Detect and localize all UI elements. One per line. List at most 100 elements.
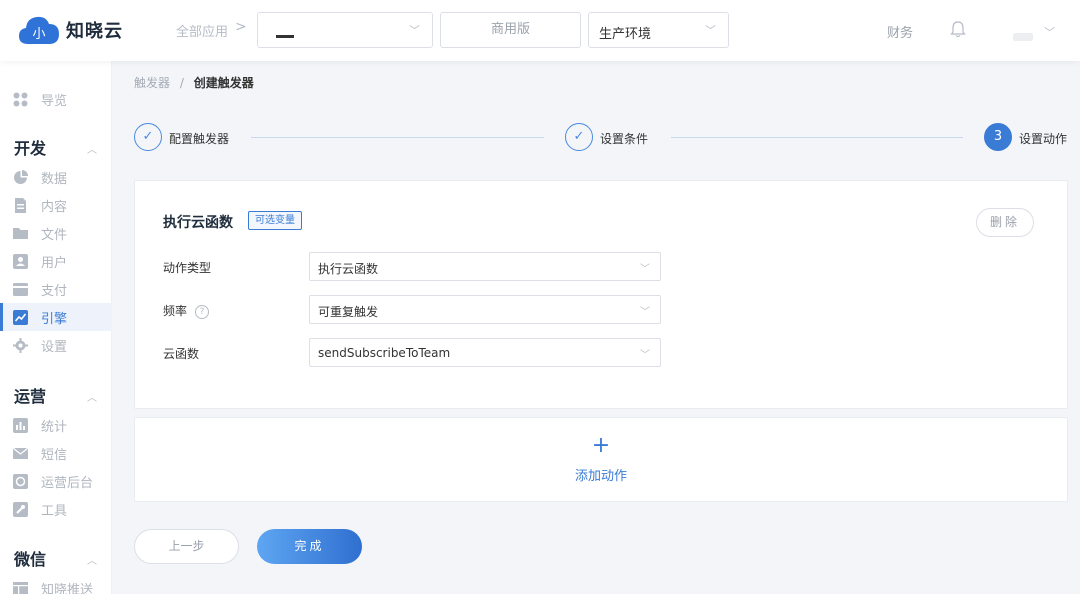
pie-chart-icon [14, 169, 28, 184]
sidebar-item-label: 用户 [41, 255, 68, 271]
action-type-value: 执行云函数 [318, 262, 379, 276]
frequency-label-text: 频率 [163, 304, 188, 318]
environment-value: 生产环境 [599, 27, 652, 42]
wallet-icon [13, 282, 28, 296]
action-title: 执行云函数 [163, 215, 233, 231]
sidebar-item-label: 短信 [41, 447, 68, 463]
breadcrumb-separator: / [179, 76, 184, 90]
sidebar-section-wechat[interactable]: 微信 [14, 546, 46, 570]
cloud-function-value: sendSubscribeToTeam [318, 346, 451, 360]
sidebar-item-label: 知晓推送 [41, 582, 94, 594]
chevron-down-icon: ﹀ [409, 24, 420, 37]
plus-icon: + [591, 433, 611, 458]
step-done-check-icon: ✓ [565, 123, 593, 151]
chevron-up-icon[interactable]: ︿ [87, 141, 97, 156]
breadcrumb: 触发器 / 创建触发器 [134, 74, 254, 91]
sidebar-item-label: 文件 [41, 227, 68, 243]
sidebar-item-data[interactable]: 数据 [0, 163, 112, 191]
avatar[interactable] [1013, 33, 1033, 41]
all-apps-link[interactable]: 全部应用 [176, 21, 228, 40]
wrench-icon [13, 501, 28, 517]
refresh-icon [13, 473, 28, 489]
step-label: 设置动作 [1019, 132, 1068, 146]
grid-icon [13, 92, 28, 106]
step-done-check-icon: ✓ [134, 123, 162, 151]
sidebar-item-ops-console[interactable]: 运营后台 [0, 467, 112, 495]
step-connector [671, 137, 963, 138]
frequency-select[interactable]: 可重复触发 ﹀ [309, 295, 661, 324]
bell-icon[interactable] [950, 20, 966, 38]
chevron-down-icon: ﹀ [705, 24, 716, 37]
table-icon [13, 581, 28, 594]
sidebar-item-label: 运营后台 [41, 475, 94, 491]
breadcrumb-parent[interactable]: 触发器 [134, 76, 170, 90]
logo[interactable]: 小 知晓云 [18, 14, 123, 46]
bar-chart-icon [13, 417, 28, 433]
chevron-down-icon: ﹀ [640, 350, 650, 361]
chevron-up-icon[interactable]: ︿ [87, 552, 97, 567]
sidebar-item-tools[interactable]: 工具 [0, 495, 112, 523]
edition-label: 商用版 [490, 22, 530, 37]
chevron-up-icon[interactable]: ︿ [87, 389, 97, 404]
sidebar-item-content[interactable]: 内容 [0, 191, 112, 219]
sidebar-item-label: 数据 [41, 171, 68, 187]
logo-text: 知晓云 [66, 21, 123, 42]
add-action-button[interactable]: + 添加动作 [134, 417, 1068, 502]
sidebar-item-engine[interactable]: 引擎 [0, 303, 112, 331]
action-type-label: 动作类型 [163, 261, 212, 275]
help-icon[interactable]: ? [195, 304, 210, 319]
sidebar: 导览 开发 ︿ 数据 内容 文件 用户 支付 引擎 设置 运营 ︿ 统计 短信 [0, 61, 112, 594]
sidebar-item-push[interactable]: 知晓推送 [0, 574, 112, 594]
sidebar-item-label: 设置 [41, 339, 68, 355]
cloud-logo-icon: 小 [19, 16, 59, 44]
sidebar-item-label: 统计 [41, 419, 68, 435]
frequency-value: 可重复触发 [318, 305, 379, 319]
action-card: 执行云函数 可选变量 删除 动作类型 执行云函数 ﹀ 频率? 可重复触发 ﹀ 云… [134, 180, 1068, 409]
sidebar-section-dev[interactable]: 开发 [14, 135, 46, 159]
chevron-down-icon: ﹀ [640, 307, 650, 318]
sidebar-item-label: 内容 [41, 199, 68, 215]
sidebar-item-settings[interactable]: 设置 [0, 331, 112, 359]
sidebar-item-label: 引擎 [41, 311, 68, 327]
optional-variables-tag[interactable]: 可选变量 [248, 211, 302, 230]
sidebar-section-ops[interactable]: 运营 [14, 383, 46, 407]
breadcrumb-arrow: > [235, 19, 247, 35]
sidebar-item-label: 支付 [41, 283, 68, 299]
environment-select[interactable]: 生产环境 ﹀ [588, 12, 729, 48]
document-icon [15, 197, 26, 213]
user-card-icon [13, 253, 28, 269]
edition-badge: 商用版 [440, 12, 581, 48]
step-connector [251, 137, 544, 138]
finish-button[interactable]: 完成 [257, 529, 362, 564]
sidebar-item-stats[interactable]: 统计 [0, 411, 112, 439]
top-bar: 小 知晓云 全部应用 > ﹀ 商用版 生产环境 ﹀ 财务 ﹀ [0, 0, 1080, 61]
sidebar-item-payment[interactable]: 支付 [0, 275, 112, 303]
gear-icon [13, 337, 28, 353]
finance-link[interactable]: 财务 [887, 22, 913, 41]
step-label: 配置触发器 [169, 132, 230, 146]
step-current-number: 3 [984, 123, 1012, 151]
step-progress: ✓ 配置触发器 ✓ 设置条件 3 设置动作 [134, 123, 1068, 153]
sidebar-item-label: 工具 [41, 503, 68, 519]
folder-icon [13, 227, 28, 239]
svg-text:小: 小 [32, 27, 45, 42]
sidebar-item-overview[interactable]: 导览 [0, 85, 112, 113]
sidebar-item-users[interactable]: 用户 [0, 247, 112, 275]
trend-chart-icon [13, 309, 28, 325]
breadcrumb-current: 创建触发器 [193, 76, 254, 90]
cloud-function-label: 云函数 [163, 347, 200, 361]
app-select[interactable]: ﹀ [257, 12, 433, 48]
cloud-function-select[interactable]: sendSubscribeToTeam ﹀ [309, 338, 661, 367]
frequency-label: 频率? [163, 302, 210, 319]
mail-icon [13, 447, 28, 459]
chevron-down-icon: ﹀ [640, 264, 650, 275]
app-select-placeholder [276, 35, 294, 38]
action-type-select[interactable]: 执行云函数 ﹀ [309, 252, 661, 281]
chevron-down-icon[interactable]: ﹀ [1044, 24, 1055, 40]
sidebar-item-files[interactable]: 文件 [0, 219, 112, 247]
add-action-label: 添加动作 [574, 469, 627, 484]
previous-step-button[interactable]: 上一步 [134, 529, 239, 564]
step-label: 设置条件 [600, 132, 649, 146]
sidebar-item-sms[interactable]: 短信 [0, 439, 112, 467]
delete-button[interactable]: 删除 [976, 208, 1034, 237]
